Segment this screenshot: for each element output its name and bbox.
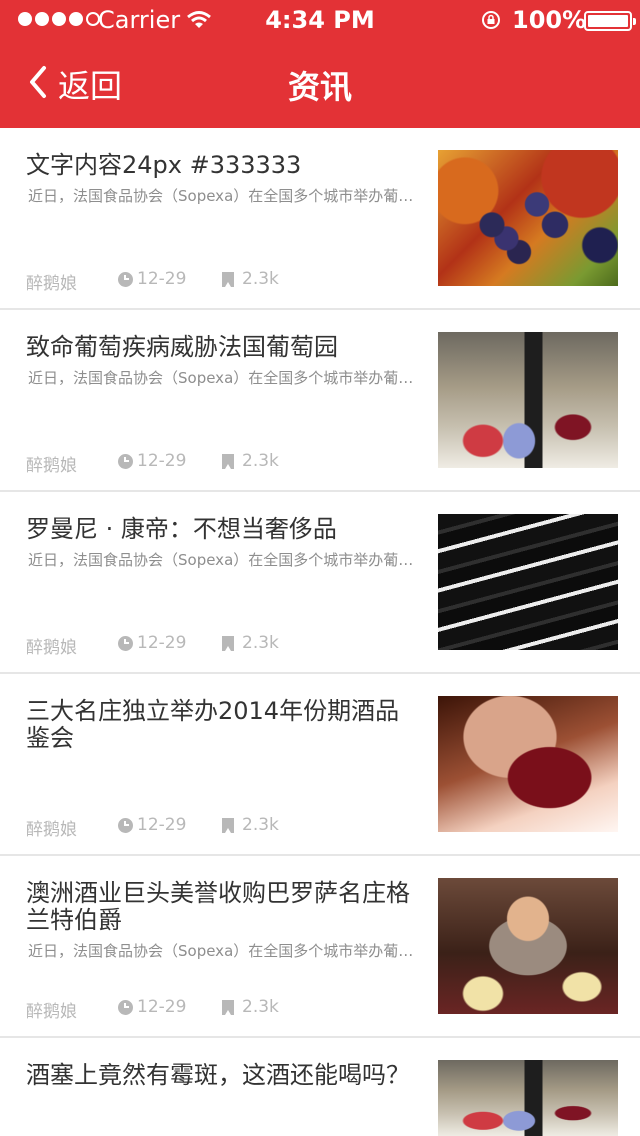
news-thumbnail[interactable]: [438, 332, 618, 468]
rotation-lock-icon: [480, 9, 502, 35]
bookmark-icon: [222, 635, 234, 651]
news-meta: 醉鹅娘 12-29 2.3k: [26, 815, 418, 841]
battery-icon: [584, 11, 636, 31]
news-title: 致命葡萄疾病威胁法国葡萄园: [26, 333, 338, 361]
news-title: 澳洲酒业巨头美誉收购巴罗萨名庄格兰特伯爵: [26, 879, 410, 934]
news-views: 2.3k: [242, 633, 279, 653]
bookmark-icon: [222, 271, 234, 287]
news-date-group: 12-29: [118, 451, 186, 471]
news-views-group: 2.3k: [222, 269, 279, 289]
page-title: 资讯: [287, 68, 352, 106]
news-date-group: 12-29: [118, 633, 186, 653]
news-views-group: 2.3k: [222, 451, 279, 471]
news-title: 酒塞上竟然有霉斑，这酒还能喝吗？: [26, 1061, 410, 1089]
bookmark-icon: [222, 999, 234, 1015]
clock-icon: [118, 635, 133, 651]
clock-icon: [118, 817, 133, 833]
news-author: 醉鹅娘: [26, 820, 77, 840]
news-title: 三大名庄独立举办2014年份期酒品鉴会: [26, 697, 400, 752]
news-summary: 近日，法国食品协会（Sopexa）在全国多个城市举办葡萄酒推广活动: [28, 187, 422, 205]
news-author: 醉鹅娘: [26, 638, 77, 658]
news-item[interactable]: 文字内容24px #333333 近日，法国食品协会（Sopexa）在全国多个城…: [0, 128, 640, 310]
bookmark-icon: [222, 453, 234, 469]
news-views: 2.3k: [242, 997, 279, 1017]
news-meta: 醉鹅娘 12-29 2.3k: [26, 269, 418, 295]
news-views: 2.3k: [242, 269, 279, 289]
news-item[interactable]: 致命葡萄疾病威胁法国葡萄园 近日，法国食品协会（Sopexa）在全国多个城市举办…: [0, 310, 640, 492]
app-header: Carrier 4:34 PM 100% 返回 资讯: [0, 0, 640, 128]
news-title: 文字内容24px #333333: [26, 151, 302, 179]
news-summary: 近日，法国食品协会（Sopexa）在全国多个城市举办葡萄酒推广活动: [28, 942, 422, 960]
navigation-bar: 返回 资讯: [0, 40, 640, 128]
news-meta: 醉鹅娘 12-29 2.3k: [26, 633, 418, 659]
news-item[interactable]: 三大名庄独立举办2014年份期酒品鉴会 醉鹅娘 12-29 2.3k: [0, 674, 640, 856]
news-views: 2.3k: [242, 815, 279, 835]
news-item[interactable]: 罗曼尼 · 康帝：不想当奢侈品 近日，法国食品协会（Sopexa）在全国多个城市…: [0, 492, 640, 674]
news-author: 醉鹅娘: [26, 1002, 77, 1022]
news-author: 醉鹅娘: [26, 456, 77, 476]
news-title: 罗曼尼 · 康帝：不想当奢侈品: [26, 515, 337, 543]
news-views-group: 2.3k: [222, 633, 279, 653]
news-date-group: 12-29: [118, 815, 186, 835]
clock-icon: [118, 453, 133, 469]
news-item[interactable]: 酒塞上竟然有霉斑，这酒还能喝吗？: [0, 1038, 640, 1136]
news-thumbnail[interactable]: [438, 696, 618, 832]
news-author: 醉鹅娘: [26, 274, 77, 294]
bookmark-icon: [222, 817, 234, 833]
news-thumbnail[interactable]: [438, 878, 618, 1014]
news-views-group: 2.3k: [222, 997, 279, 1017]
news-thumbnail[interactable]: [438, 1060, 618, 1136]
news-views: 2.3k: [242, 451, 279, 471]
news-date: 12-29: [137, 451, 187, 471]
news-meta: 醉鹅娘 12-29 2.3k: [26, 451, 418, 477]
news-date: 12-29: [137, 269, 187, 289]
news-date: 12-29: [137, 815, 187, 835]
news-thumbnail[interactable]: [438, 150, 618, 286]
clock-icon: [118, 999, 133, 1015]
status-bar: Carrier 4:34 PM 100%: [0, 0, 640, 40]
news-summary: 近日，法国食品协会（Sopexa）在全国多个城市举办葡萄酒推广活动: [28, 369, 422, 387]
news-summary: 近日，法国食品协会（Sopexa）在全国多个城市举办葡萄酒推广活动: [28, 551, 422, 569]
news-date-group: 12-29: [118, 269, 186, 289]
battery-percent: 100%: [512, 6, 587, 34]
news-views-group: 2.3k: [222, 815, 279, 835]
news-item[interactable]: 澳洲酒业巨头美誉收购巴罗萨名庄格兰特伯爵 近日，法国食品协会（Sopexa）在全…: [0, 856, 640, 1038]
clock-icon: [118, 271, 133, 287]
news-thumbnail[interactable]: [438, 514, 618, 650]
news-date-group: 12-29: [118, 997, 186, 1017]
news-date: 12-29: [137, 997, 187, 1017]
news-date: 12-29: [137, 633, 187, 653]
news-meta: 醉鹅娘 12-29 2.3k: [26, 997, 418, 1023]
